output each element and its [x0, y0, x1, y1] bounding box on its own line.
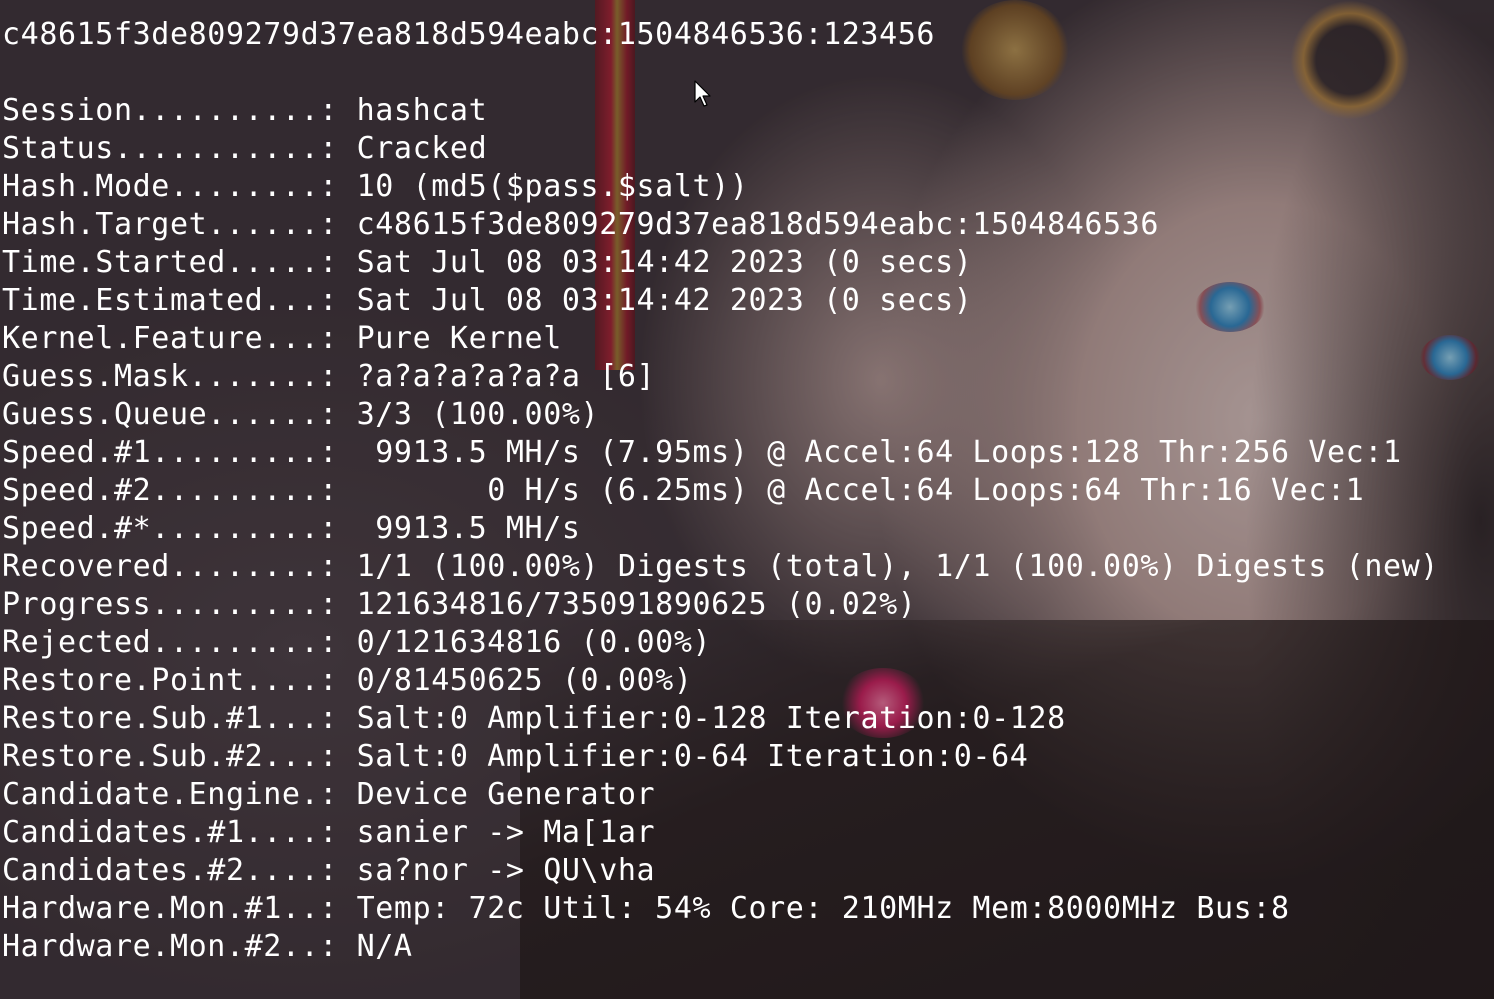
status-separator: .: — [300, 131, 357, 166]
status-line-candidates-1: Candidates.#1....: sanier -> Ma[1ar — [2, 814, 655, 852]
status-separator: .: — [300, 359, 357, 394]
status-value: hashcat — [356, 93, 488, 128]
status-line-hardware-mon-2: Hardware.Mon.#2..: N/A — [2, 928, 413, 966]
status-key: Session......... — [2, 93, 301, 128]
status-value: ?a?a?a?a?a?a [6] — [356, 359, 656, 394]
status-key: Speed.#2........ — [2, 473, 301, 508]
status-line-hash-mode: Hash.Mode........: 10 (md5($pass.$salt)) — [2, 168, 749, 206]
status-line-recovered: Recovered........: 1/1 (100.00%) Digests… — [2, 548, 1439, 586]
mouse-pointer-icon — [694, 80, 711, 107]
status-line-guess-mask: Guess.Mask.......: ?a?a?a?a?a?a [6] — [2, 358, 655, 396]
status-separator: .: — [300, 511, 357, 546]
status-key: Restore.Point... — [2, 663, 301, 698]
status-key: Speed.#*........ — [2, 511, 301, 546]
status-line-time-estimated: Time.Estimated...: Sat Jul 08 03:14:42 2… — [2, 282, 972, 320]
status-line-speed-2: Speed.#2.........: 0 H/s (6.25ms) @ Acce… — [2, 472, 1364, 510]
status-key: Recovered....... — [2, 549, 301, 584]
status-key: Guess.Queue..... — [2, 397, 301, 432]
status-value: sa?nor -> QU\vha — [356, 853, 656, 888]
status-separator: .: — [300, 283, 357, 318]
status-separator: .: — [300, 473, 357, 508]
status-value: Temp: 72c Util: 54% Core: 210MHz Mem:800… — [356, 891, 1290, 926]
status-key: Rejected........ — [2, 625, 301, 660]
status-line-hash-target: Hash.Target......: c48615f3de809279d37ea… — [2, 206, 1159, 244]
status-value: Salt:0 Amplifier:0-128 Iteration:0-128 — [356, 701, 1066, 736]
status-key: Time.Started.... — [2, 245, 301, 280]
status-key: Guess.Mask...... — [2, 359, 301, 394]
status-separator: .: — [300, 739, 357, 774]
status-key: Restore.Sub.#2.. — [2, 739, 301, 774]
status-separator: .: — [300, 435, 357, 470]
status-key: Time.Estimated.. — [2, 283, 301, 318]
status-line-rejected: Rejected.........: 0/121634816 (0.00%) — [2, 624, 711, 662]
status-value: 1/1 (100.00%) Digests (total), 1/1 (100.… — [356, 549, 1439, 584]
status-value: Pure Kernel — [356, 321, 562, 356]
status-key: Restore.Sub.#1.. — [2, 701, 301, 736]
status-line-guess-queue: Guess.Queue......: 3/3 (100.00%) — [2, 396, 599, 434]
status-value: Salt:0 Amplifier:0-64 Iteration:0-64 — [356, 739, 1029, 774]
status-line-restore-point: Restore.Point....: 0/81450625 (0.00%) — [2, 662, 693, 700]
status-line-candidates-2: Candidates.#2....: sa?nor -> QU\vha — [2, 852, 655, 890]
status-value: 3/3 (100.00%) — [356, 397, 600, 432]
status-line-status: Status...........: Cracked — [2, 130, 487, 168]
status-line-candidate-engine: Candidate.Engine.: Device Generator — [2, 776, 655, 814]
status-line-restore-sub-2: Restore.Sub.#2...: Salt:0 Amplifier:0-64… — [2, 738, 1028, 776]
status-separator: .: — [300, 549, 357, 584]
status-key: Candidates.#1... — [2, 815, 301, 850]
terminal-output[interactable]: c48615f3de809279d37ea818d594eabc:1504846… — [0, 0, 1494, 999]
status-value: 121634816/735091890625 (0.02%) — [356, 587, 917, 622]
status-separator: .: — [300, 663, 357, 698]
status-key: Speed.#1........ — [2, 435, 301, 470]
status-separator: .: — [300, 815, 357, 850]
status-separator: .: — [300, 207, 357, 242]
status-value: Device Generator — [356, 777, 656, 812]
status-value: sanier -> Ma[1ar — [356, 815, 656, 850]
status-separator: .: — [300, 245, 357, 280]
status-line-speed-total: Speed.#*.........: 9913.5 MH/s — [2, 510, 581, 548]
status-key: Status.......... — [2, 131, 301, 166]
status-line-kernel-feature: Kernel.Feature...: Pure Kernel — [2, 320, 562, 358]
status-separator: .: — [300, 587, 357, 622]
status-value: Sat Jul 08 03:14:42 2023 (0 secs) — [356, 245, 973, 280]
status-key: Hash.Target..... — [2, 207, 301, 242]
status-separator: .: — [300, 321, 357, 356]
status-separator: .: — [300, 169, 357, 204]
status-value: N/A — [356, 929, 413, 964]
status-separator: .: — [300, 93, 357, 128]
status-separator: .: — [300, 853, 357, 888]
status-line-time-started: Time.Started.....: Sat Jul 08 03:14:42 2… — [2, 244, 972, 282]
status-key: Candidate.Engine — [2, 777, 301, 812]
status-line-progress: Progress.........: 121634816/73509189062… — [2, 586, 916, 624]
status-value: 0/121634816 (0.00%) — [356, 625, 712, 660]
status-value: 0 H/s (6.25ms) @ Accel:64 Loops:64 Thr:1… — [356, 473, 1365, 508]
status-line-restore-sub-1: Restore.Sub.#1...: Salt:0 Amplifier:0-12… — [2, 700, 1066, 738]
status-separator: .: — [300, 929, 357, 964]
status-value: 10 (md5($pass.$salt)) — [356, 169, 749, 204]
status-value: 0/81450625 (0.00%) — [356, 663, 693, 698]
status-line-session: Session..........: hashcat — [2, 92, 487, 130]
status-key: Progress........ — [2, 587, 301, 622]
cracked-hash-line: c48615f3de809279d37ea818d594eabc:1504846… — [2, 17, 936, 52]
status-key: Hash.Mode....... — [2, 169, 301, 204]
status-key: Kernel.Feature.. — [2, 321, 301, 356]
status-value: 9913.5 MH/s (7.95ms) @ Accel:64 Loops:12… — [356, 435, 1402, 470]
status-line-hardware-mon-1: Hardware.Mon.#1..: Temp: 72c Util: 54% C… — [2, 890, 1290, 928]
status-value: Sat Jul 08 03:14:42 2023 (0 secs) — [356, 283, 973, 318]
status-separator: .: — [300, 891, 357, 926]
status-key: Hardware.Mon.#1. — [2, 891, 301, 926]
status-key: Candidates.#2... — [2, 853, 301, 888]
status-separator: .: — [300, 397, 357, 432]
status-value: 9913.5 MH/s — [356, 511, 581, 546]
status-value: c48615f3de809279d37ea818d594eabc:1504846… — [356, 207, 1160, 242]
status-separator: .: — [300, 777, 357, 812]
status-key: Hardware.Mon.#2. — [2, 929, 301, 964]
status-separator: .: — [300, 625, 357, 660]
status-line-speed-1: Speed.#1.........: 9913.5 MH/s (7.95ms) … — [2, 434, 1402, 472]
status-separator: .: — [300, 701, 357, 736]
status-value: Cracked — [356, 131, 488, 166]
